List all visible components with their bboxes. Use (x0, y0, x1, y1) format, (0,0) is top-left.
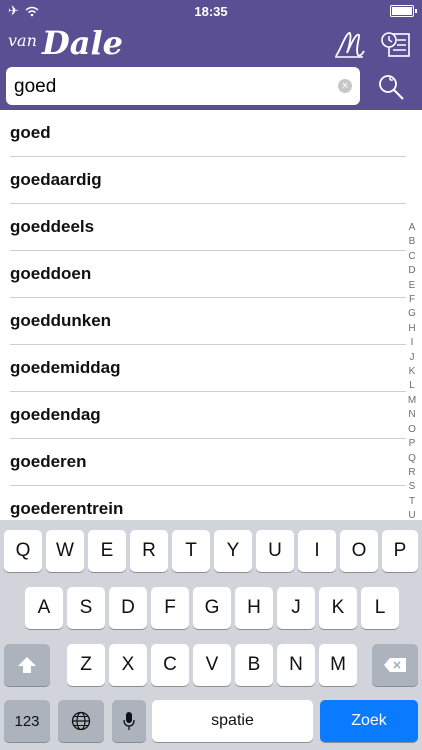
index-letter[interactable]: S (409, 480, 416, 494)
key[interactable]: I (298, 530, 336, 572)
index-letter[interactable]: P (409, 437, 416, 451)
key[interactable]: K (319, 587, 357, 629)
search-icon (379, 75, 404, 100)
logo-dale: Dale (41, 24, 123, 62)
van-dale-logo: van Dale (8, 24, 123, 62)
index-letter[interactable]: H (408, 322, 415, 336)
key[interactable]: A (25, 587, 63, 629)
key[interactable]: W (46, 530, 84, 572)
index-letter[interactable]: K (409, 365, 416, 379)
globe-icon (71, 711, 91, 731)
list-item[interactable]: goedendag (10, 392, 406, 439)
list-item-label: goed (10, 123, 51, 142)
app-header: ✈ 18:35 van Dale × (0, 0, 422, 110)
alphabet-index[interactable]: A B C D E F G H I J K L M N O P Q R S T … (405, 221, 419, 524)
key[interactable]: Y (214, 530, 252, 572)
index-letter[interactable]: L (409, 379, 415, 393)
list-item[interactable]: goeddeels (10, 204, 406, 251)
index-letter[interactable]: T (409, 495, 415, 509)
search-bar: × (6, 67, 360, 105)
list-item[interactable]: goed (10, 110, 406, 157)
index-letter[interactable]: D (408, 264, 415, 278)
key[interactable]: M (319, 644, 357, 686)
shift-icon (18, 657, 36, 673)
index-letter[interactable]: R (408, 466, 415, 480)
key[interactable]: H (235, 587, 273, 629)
list-item-label: goedemiddag (10, 358, 121, 377)
index-letter[interactable]: G (408, 307, 416, 321)
index-letter[interactable]: O (408, 423, 416, 437)
key[interactable]: J (277, 587, 315, 629)
index-letter[interactable]: C (408, 250, 415, 264)
result-list: goed goedaardig goeddeels goeddoen goedd… (0, 110, 406, 533)
logo-van: van (8, 31, 37, 50)
key[interactable]: O (340, 530, 378, 572)
key[interactable]: V (193, 644, 231, 686)
history-icon (381, 32, 410, 57)
list-item[interactable]: goedaardig (10, 157, 406, 204)
on-screen-keyboard: Q W E R T Y U I O P A S D F G H J K L Z … (0, 520, 422, 750)
index-letter[interactable]: E (409, 279, 416, 293)
index-letter[interactable]: N (408, 408, 415, 422)
list-item[interactable]: goeddoen (10, 251, 406, 298)
index-letter[interactable]: Q (408, 452, 416, 466)
key[interactable]: R (130, 530, 168, 572)
microphone-icon (123, 712, 135, 730)
key[interactable]: C (151, 644, 189, 686)
key[interactable]: Z (67, 644, 105, 686)
list-item[interactable]: goeddunken (10, 298, 406, 345)
list-item-label: goedendag (10, 405, 101, 424)
clear-icon[interactable]: × (338, 79, 352, 93)
list-item-label: goeddoen (10, 264, 92, 283)
key[interactable]: U (256, 530, 294, 572)
advanced-search-button[interactable] (374, 70, 408, 104)
key[interactable]: D (109, 587, 147, 629)
numbers-key[interactable]: 123 (4, 700, 50, 742)
list-item-label: goeddeels (10, 217, 95, 236)
key[interactable]: B (235, 644, 273, 686)
backspace-icon (384, 658, 406, 672)
index-letter[interactable]: M (408, 394, 416, 408)
space-key[interactable]: spatie (152, 700, 313, 742)
key[interactable]: T (172, 530, 210, 572)
handwriting-icon (335, 32, 365, 58)
status-bar: ✈ 18:35 (0, 0, 422, 22)
list-item-label: goederentrein (10, 499, 124, 518)
index-letter[interactable]: B (409, 235, 416, 249)
key[interactable]: E (88, 530, 126, 572)
key[interactable]: P (382, 530, 418, 572)
list-item[interactable]: goedemiddag (10, 345, 406, 392)
list-item-label: goedaardig (10, 170, 102, 189)
key[interactable]: X (109, 644, 147, 686)
index-letter[interactable]: J (410, 351, 415, 365)
index-letter[interactable]: F (409, 293, 415, 307)
shift-key[interactable] (4, 644, 50, 686)
list-item[interactable]: goederen (10, 439, 406, 486)
key[interactable]: Q (4, 530, 42, 572)
status-time: 18:35 (194, 4, 228, 19)
search-input[interactable] (12, 71, 336, 103)
dictation-key[interactable] (112, 700, 146, 742)
key[interactable]: S (67, 587, 105, 629)
battery-icon (390, 5, 417, 17)
backspace-key[interactable] (372, 644, 418, 686)
key[interactable]: G (193, 587, 231, 629)
key[interactable]: L (361, 587, 399, 629)
index-letter[interactable]: A (409, 221, 416, 235)
list-item-label: goeddunken (10, 311, 112, 330)
key[interactable]: N (277, 644, 315, 686)
globe-key[interactable] (58, 700, 104, 742)
index-letter[interactable]: I (411, 336, 414, 350)
key[interactable]: F (151, 587, 189, 629)
list-item-label: goederen (10, 452, 87, 471)
handwriting-button[interactable] (332, 28, 368, 60)
search-return-key[interactable]: Zoek (320, 700, 418, 742)
history-button[interactable] (378, 28, 414, 60)
